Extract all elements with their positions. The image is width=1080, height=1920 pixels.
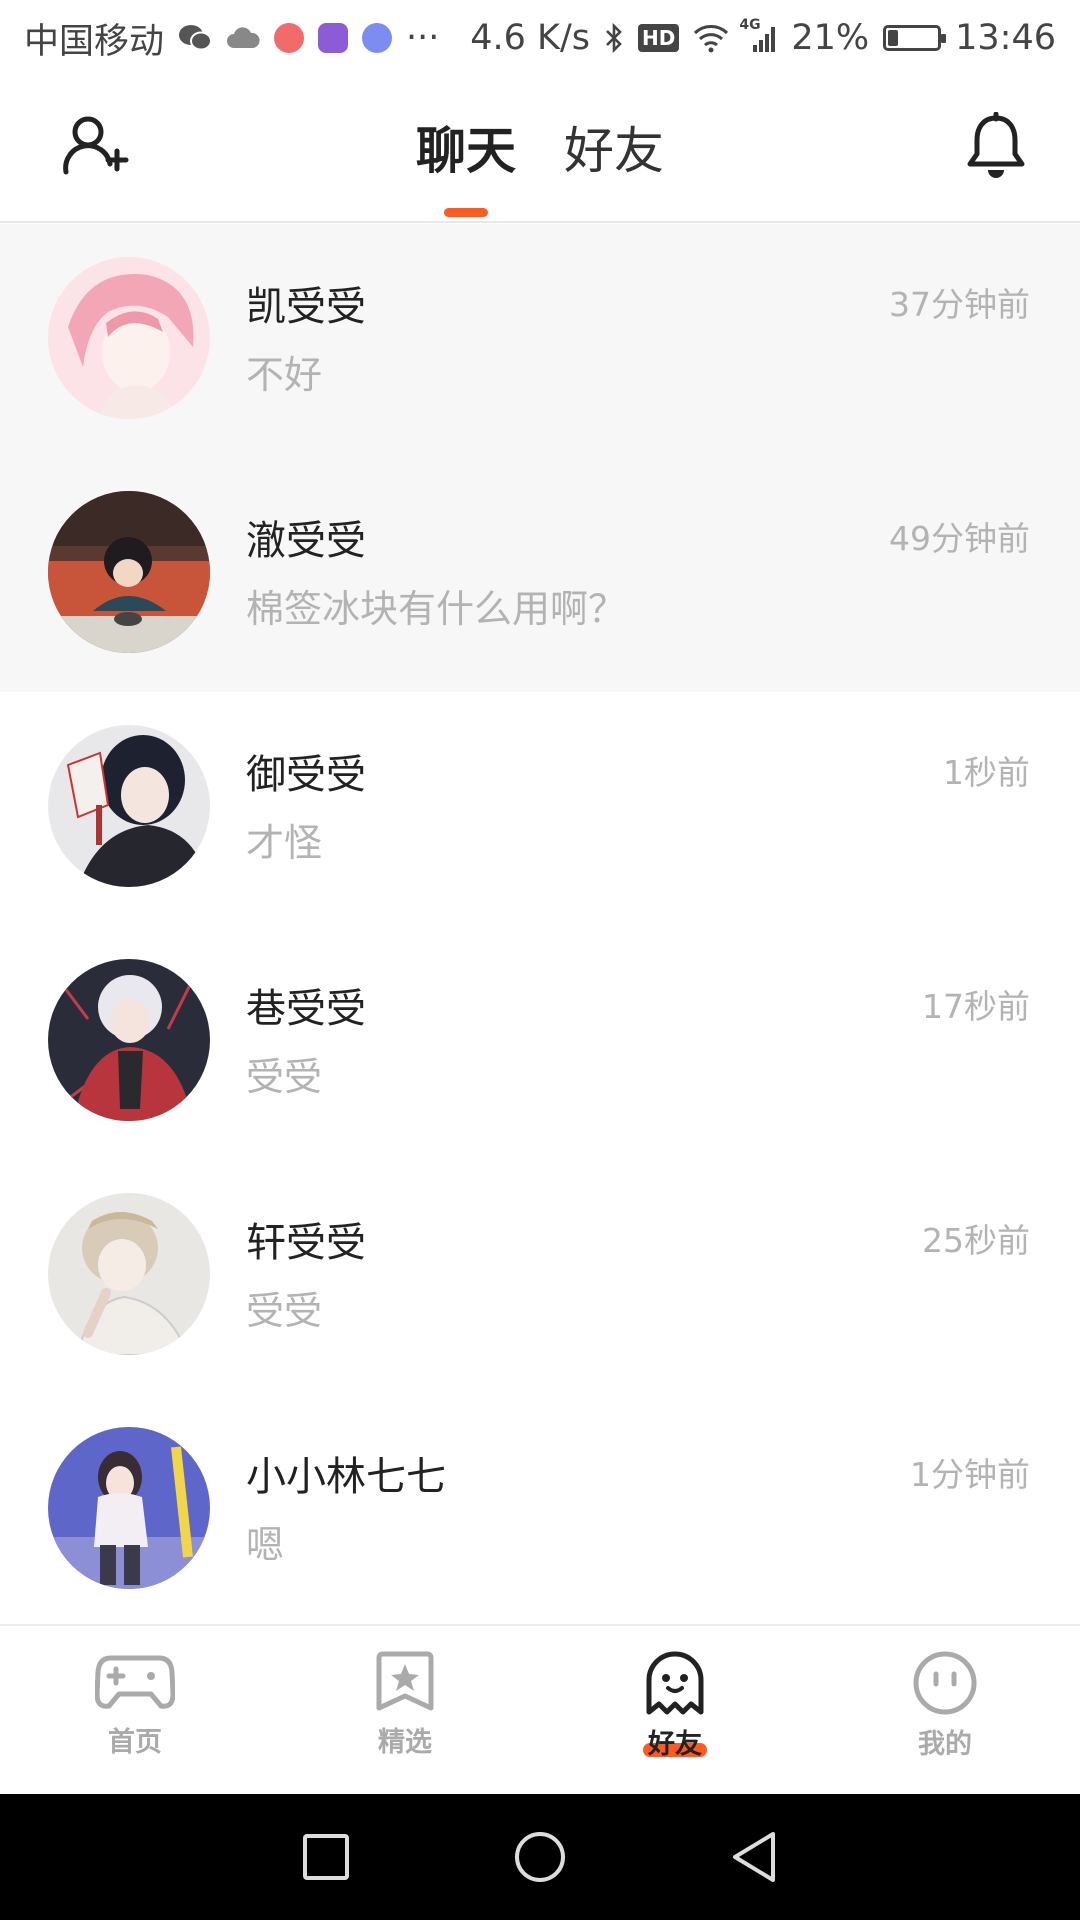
nav-featured[interactable]: 精选 <box>270 1626 540 1794</box>
clock: 13:46 <box>955 18 1056 58</box>
battery-fill <box>888 30 899 46</box>
system-nav-bar <box>0 1794 1080 1920</box>
signal-icon: 4G <box>739 17 777 53</box>
hd-badge: HD <box>637 24 680 52</box>
bottom-nav: 首页 精选 好友 我的 <box>0 1624 1080 1794</box>
last-message: 才怪 <box>246 821 323 865</box>
wifi-icon <box>693 23 729 53</box>
chat-row[interactable]: 巷受受 受受 17秒前 <box>0 926 1080 1160</box>
last-message: 不好 <box>246 353 323 397</box>
more-notifications: ··· <box>406 18 440 58</box>
carrier-label: 中国移动 <box>24 21 165 62</box>
chat-row[interactable]: 澈受受 棉签冰块有什么用啊？ 49分钟前 <box>0 458 1080 692</box>
contact-name: 小小林七七 <box>246 1454 446 1500</box>
bluetooth-icon <box>604 22 624 54</box>
recents-button[interactable] <box>301 1832 351 1882</box>
home-button[interactable] <box>513 1830 567 1884</box>
app-purple-icon <box>318 23 349 53</box>
contact-name: 轩受受 <box>246 1220 366 1266</box>
top-header: 聊天 好友 <box>0 76 1080 223</box>
contact-name: 御受受 <box>246 752 366 798</box>
nav-featured-label: 精选 <box>378 1727 432 1758</box>
avatar[interactable] <box>48 257 210 419</box>
nav-friends[interactable]: 好友 <box>540 1626 810 1794</box>
wechat-icon <box>178 23 213 53</box>
tab-friends-label: 好友 <box>564 121 664 180</box>
tab-chat[interactable]: 聊天 <box>416 111 516 217</box>
message-time: 1分钟前 <box>910 1455 1030 1494</box>
contact-name: 巷受受 <box>246 986 366 1032</box>
star-bookmark-icon <box>376 1651 434 1711</box>
contact-name: 凯受受 <box>246 284 366 330</box>
chat-row[interactable]: 御受受 才怪 1秒前 <box>0 692 1080 926</box>
message-time: 37分钟前 <box>889 285 1030 324</box>
network-type: 4G <box>739 17 761 33</box>
battery-icon <box>883 25 947 51</box>
chat-row[interactable]: 小小林七七 嗯 1分钟前 <box>0 1394 1080 1628</box>
net-speed: 4.6 K/s <box>470 18 590 58</box>
header-tabs: 聊天 好友 <box>0 76 1080 223</box>
chat-row[interactable]: 凯受受 不好 37分钟前 <box>0 224 1080 458</box>
avatar[interactable] <box>48 725 210 887</box>
contact-name: 澈受受 <box>246 518 366 564</box>
nav-home[interactable]: 首页 <box>0 1626 270 1794</box>
active-tab-indicator <box>444 207 488 217</box>
nav-friends-label: 好友 <box>648 1729 702 1760</box>
tab-chat-label: 聊天 <box>416 121 516 180</box>
battery-percent: 21% <box>791 18 870 58</box>
nav-home-label: 首页 <box>108 1727 162 1758</box>
avatar[interactable] <box>48 1193 210 1355</box>
status-bar: 中国移动 ··· 4.6 K/s HD 4G 21% 13:46 <box>0 0 1080 76</box>
avatar[interactable] <box>48 959 210 1121</box>
ghost-icon <box>646 1651 704 1715</box>
cloud-icon <box>226 26 260 50</box>
music-app-icon <box>362 23 393 53</box>
nav-me[interactable]: 我的 <box>810 1626 1080 1794</box>
notifications-button[interactable] <box>956 106 1036 186</box>
last-message: 棉签冰块有什么用啊？ <box>246 587 627 631</box>
gamepad-icon <box>95 1655 175 1709</box>
chat-list: 凯受受 不好 37分钟前 澈受受 棉签冰块有什么用啊？ 49分钟前 御受受 才怪… <box>0 224 1080 1628</box>
avatar[interactable] <box>48 1427 210 1589</box>
nav-me-label: 我的 <box>918 1729 972 1760</box>
last-message: 受受 <box>246 1055 323 1099</box>
tab-friends[interactable]: 好友 <box>564 111 664 189</box>
chat-row[interactable]: 轩受受 受受 25秒前 <box>0 1160 1080 1394</box>
avatar[interactable] <box>48 491 210 653</box>
last-message: 受受 <box>246 1289 323 1333</box>
message-time: 1秒前 <box>943 753 1030 792</box>
bell-icon <box>967 112 1025 178</box>
smiley-icon <box>913 1651 977 1715</box>
back-button[interactable] <box>729 1830 779 1884</box>
message-time: 17秒前 <box>922 987 1030 1026</box>
app-red-icon <box>274 23 305 53</box>
message-time: 25秒前 <box>922 1221 1030 1260</box>
last-message: 嗯 <box>246 1523 285 1567</box>
message-time: 49分钟前 <box>889 519 1030 558</box>
